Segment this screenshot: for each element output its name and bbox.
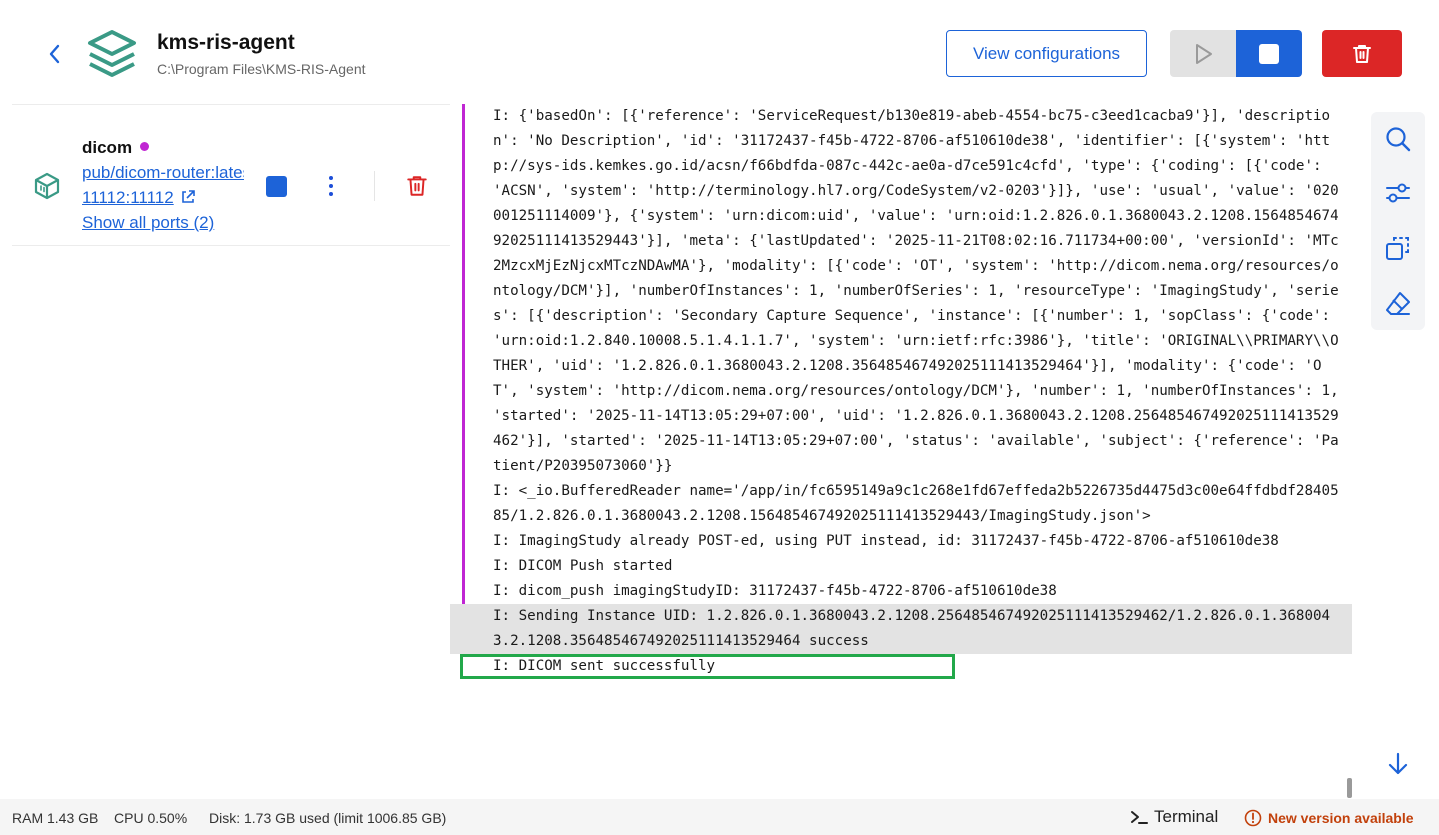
terminal-icon <box>1131 811 1148 824</box>
app-title: kms-ris-agent <box>157 31 295 54</box>
sliders-icon[interactable] <box>1383 178 1413 208</box>
info-icon <box>1244 809 1262 827</box>
port-label: 11112:11112 <box>82 188 174 207</box>
running-status-dot <box>140 142 150 151</box>
copy-icon[interactable] <box>1383 233 1413 263</box>
view-configurations-button[interactable]: View configurations <box>946 30 1147 77</box>
port-link[interactable]: 11112:11112 <box>82 188 196 208</box>
ram-usage: RAM 1.43 GB <box>12 810 99 826</box>
container-box-icon <box>32 171 62 201</box>
new-version-link[interactable]: New version available <box>1244 809 1414 827</box>
log-toolbar <box>1371 112 1425 330</box>
trash-icon <box>1353 44 1371 63</box>
play-icon <box>1196 43 1212 64</box>
log-line: I: {'basedOn': [{'reference': 'ServiceRe… <box>450 104 1352 479</box>
app-header: kms-ris-agent C:\Program Files\KMS-RIS-A… <box>0 0 1439 104</box>
container-delete-button[interactable] <box>405 174 429 198</box>
log-line-highlighted: I: Sending Instance UID: 1.2.826.0.1.368… <box>450 604 1352 654</box>
scroll-to-bottom-button[interactable] <box>1384 750 1412 778</box>
log-line-success: I: DICOM sent successfully <box>460 654 955 679</box>
log-output[interactable]: I: {'basedOn': [{'reference': 'ServiceRe… <box>450 104 1352 799</box>
status-bar: RAM 1.43 GB CPU 0.50% Disk: 1.73 GB used… <box>0 799 1439 835</box>
container-name-label: dicom <box>82 138 133 157</box>
terminal-button[interactable]: Terminal <box>1130 807 1218 827</box>
stop-icon <box>1259 43 1279 64</box>
start-button[interactable] <box>1170 30 1236 77</box>
chevron-left-icon <box>49 44 60 64</box>
trash-icon <box>407 176 427 196</box>
show-all-ports-link[interactable]: Show all ports (2) <box>82 213 214 233</box>
divider <box>374 171 375 201</box>
cpu-usage: CPU 0.50% <box>114 810 188 826</box>
external-link-icon <box>181 190 195 203</box>
disk-usage: Disk: 1.73 GB used (limit 1006.85 GB) <box>209 810 447 826</box>
more-options-icon[interactable] <box>324 174 338 198</box>
log-scrollbar[interactable] <box>1347 778 1352 798</box>
log-line: I: ImagingStudy already POST-ed, using P… <box>450 529 1352 554</box>
containers-panel: dicom pub/dicom-router:latest 11112:1111… <box>12 104 450 799</box>
log-line: I: <_io.BufferedReader name='/app/in/fc6… <box>450 479 1352 529</box>
stop-button[interactable] <box>1236 30 1302 77</box>
container-card[interactable]: dicom pub/dicom-router:latest 11112:1111… <box>12 105 450 246</box>
terminal-label: Terminal <box>1154 807 1219 826</box>
search-icon[interactable] <box>1383 124 1413 154</box>
eraser-icon[interactable] <box>1383 288 1413 318</box>
log-line: I: dicom_push imagingStudyID: 31172437-f… <box>450 579 1352 604</box>
new-version-label: New version available <box>1268 810 1414 826</box>
layers-stack-icon <box>86 28 138 80</box>
back-button[interactable] <box>40 40 68 68</box>
container-stop-button[interactable] <box>266 176 287 197</box>
container-name: dicom <box>82 138 150 158</box>
log-line: I: DICOM Push started <box>450 554 1352 579</box>
arrow-down-icon <box>1388 752 1408 775</box>
install-path: C:\Program Files\KMS-RIS-Agent <box>157 61 366 77</box>
delete-button[interactable] <box>1322 30 1402 77</box>
image-link[interactable]: pub/dicom-router:latest <box>82 163 244 183</box>
